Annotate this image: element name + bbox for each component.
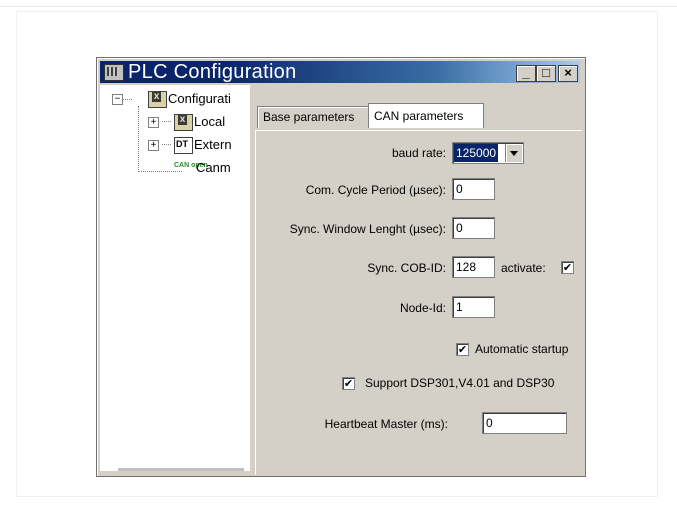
tree-item-label: Canm: [196, 160, 231, 175]
pane-splitter[interactable]: [250, 85, 254, 471]
heartbeat-master-input[interactable]: 0: [482, 412, 567, 434]
close-icon: ×: [564, 65, 572, 80]
sync-cob-id-input[interactable]: 128: [452, 256, 495, 278]
heartbeat-master-label: Heartbeat Master (ms):: [324, 417, 448, 431]
dt-icon: [174, 137, 193, 154]
support-dsp-label: Support DSP301,V4.01 and DSP30: [365, 376, 555, 390]
sync-window-label: Sync. Window Lenght (µsec):: [289, 222, 446, 236]
title-bar[interactable]: PLC Configuration _ □ ×: [100, 61, 580, 83]
sync-cob-id-label: Sync. COB-ID:: [367, 261, 446, 275]
tree-item-label: Configurati: [168, 91, 231, 106]
automatic-startup-checkbox[interactable]: ✔: [456, 343, 469, 356]
sync-window-input[interactable]: 0: [452, 217, 495, 239]
activate-label: activate:: [501, 261, 546, 275]
activate-checkbox[interactable]: ✔: [561, 261, 574, 274]
tree-connector: [162, 144, 171, 145]
tab-base-parameters[interactable]: Base parameters: [257, 106, 373, 128]
maximize-icon: □: [542, 65, 550, 80]
plc-configuration-window: PLC Configuration _ □ × − Configurati + …: [96, 57, 586, 477]
tab-strip: Base parameters CAN parameters: [255, 103, 581, 130]
plc-app-icon: [104, 64, 124, 81]
com-cycle-input[interactable]: 0: [452, 178, 495, 200]
minimize-icon: _: [522, 65, 530, 80]
collapse-icon[interactable]: −: [112, 94, 123, 105]
baud-rate-select[interactable]: 125000: [452, 142, 524, 164]
tree-connector: [138, 106, 139, 172]
canopen-icon: CAN open: [174, 162, 208, 169]
baud-rate-label: baud rate:: [391, 146, 446, 160]
tab-can-parameters[interactable]: CAN parameters: [368, 103, 484, 128]
baud-rate-value: 125000: [454, 144, 499, 162]
chevron-down-icon[interactable]: [505, 144, 522, 162]
expand-icon[interactable]: +: [148, 117, 159, 128]
node-id-input[interactable]: 1: [452, 296, 495, 318]
configuration-tree[interactable]: − Configurati + Local + Extern CAN open …: [100, 85, 251, 471]
page-top-rule: [0, 6, 677, 7]
ec-icon: [148, 91, 167, 108]
support-dsp-checkbox[interactable]: ✔: [342, 377, 355, 390]
node-id-label: Node-Id:: [399, 301, 446, 315]
com-cycle-label: Com. Cycle Period (µsec):: [305, 183, 446, 197]
tree-connector: [138, 171, 182, 172]
automatic-startup-label: Automatic startup: [475, 342, 569, 356]
tree-item-label: Local: [194, 114, 226, 129]
maximize-button[interactable]: □: [536, 65, 556, 82]
minimize-button[interactable]: _: [516, 65, 536, 82]
close-button[interactable]: ×: [558, 65, 578, 82]
tree-horizontal-scrollbar[interactable]: [118, 468, 244, 471]
ec-icon: [174, 114, 193, 131]
tree-item-label: Extern: [194, 137, 232, 152]
expand-icon[interactable]: +: [148, 140, 159, 151]
can-parameters-panel: baud rate: 125000 Com. Cycle Period (µse…: [255, 130, 582, 475]
window-title: PLC Configuration: [128, 61, 297, 83]
tree-connector: [162, 121, 171, 122]
